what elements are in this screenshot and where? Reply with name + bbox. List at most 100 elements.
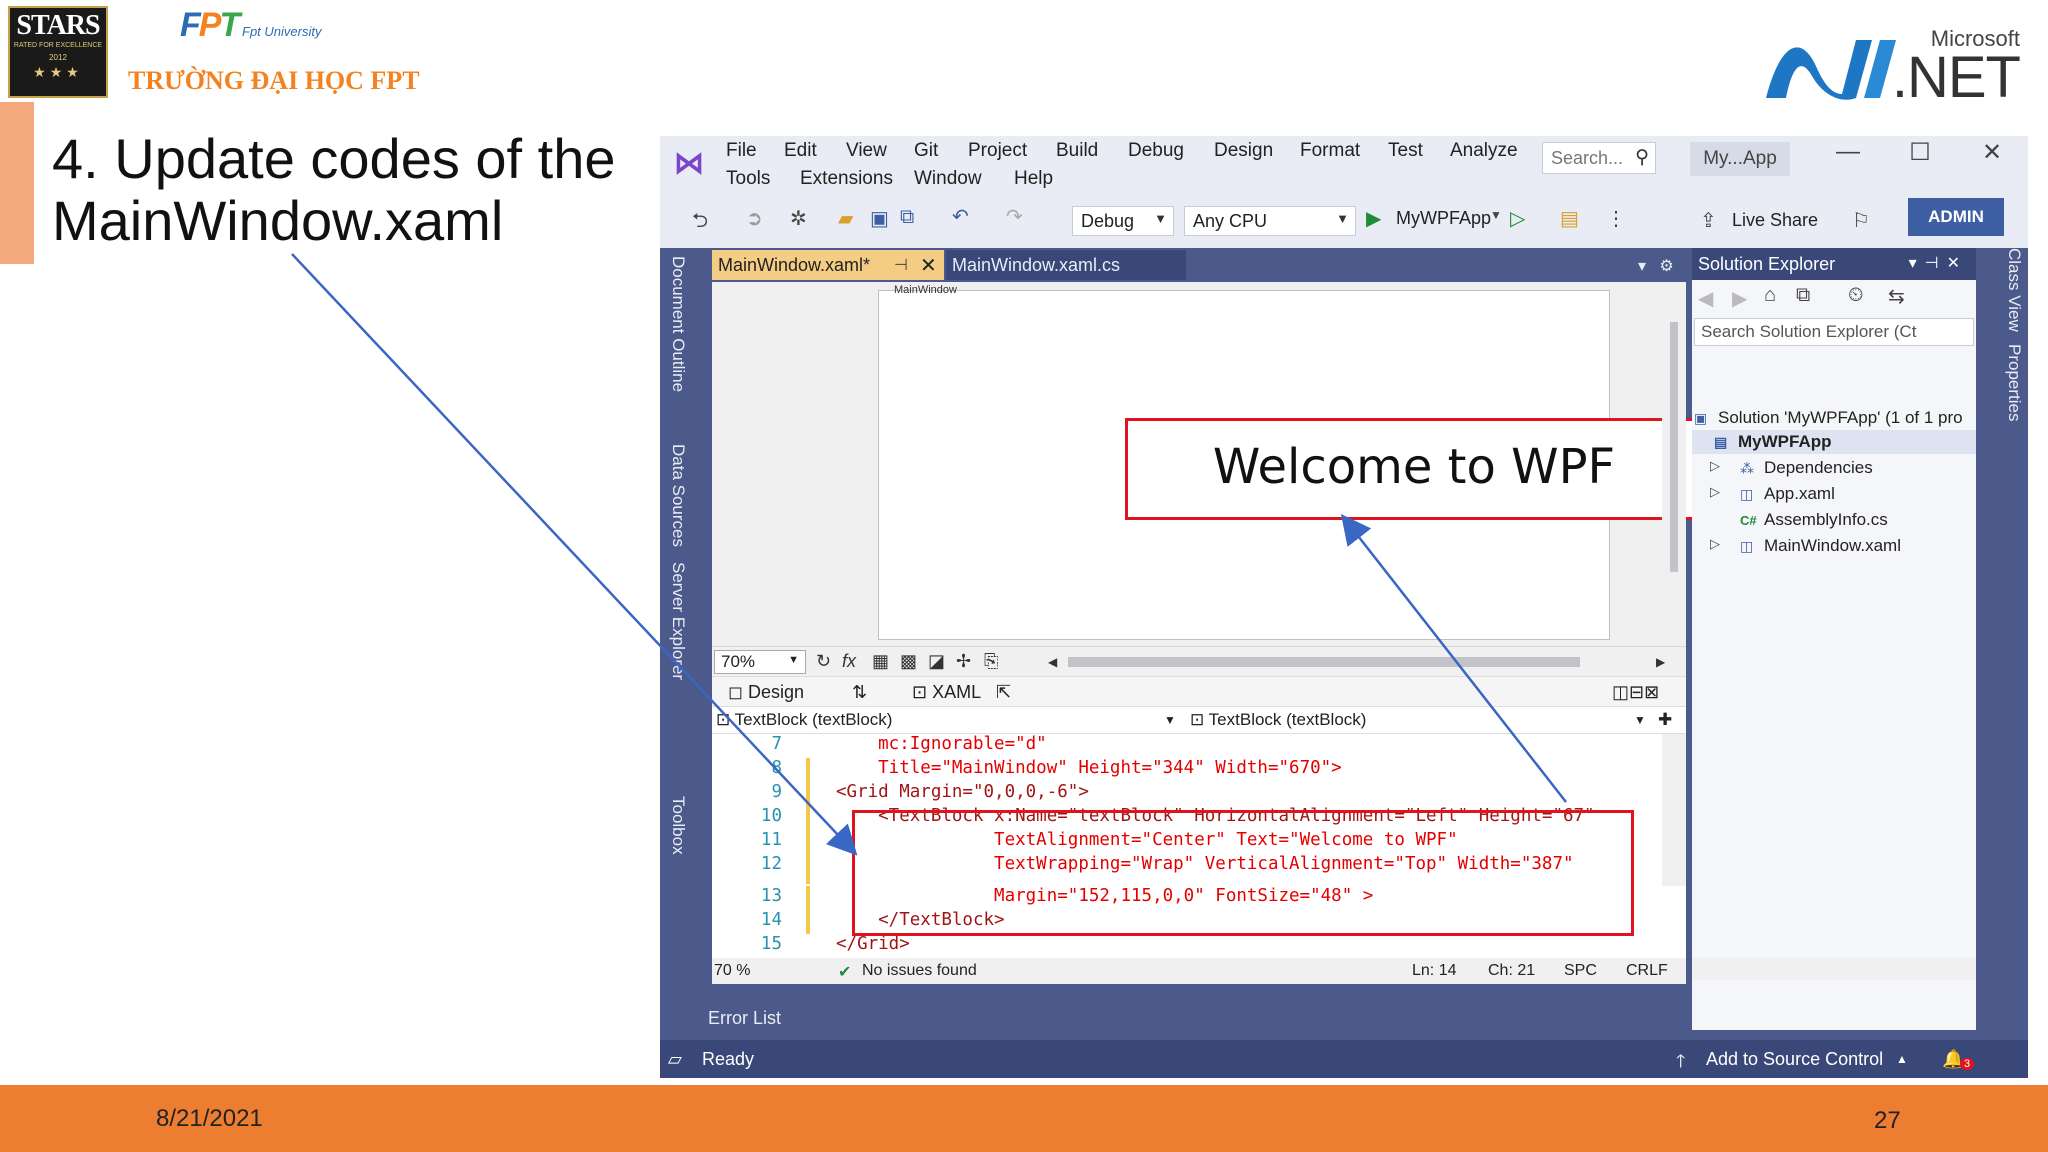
forward-icon[interactable]: ➲	[746, 206, 763, 231]
feedback-icon[interactable]: ⚐	[1852, 208, 1870, 233]
minimize-icon[interactable]: —	[1818, 138, 1878, 166]
breakpoint-toolbar-icon[interactable]: ⋮	[1606, 206, 1626, 231]
solution-explorer-horizontal-scrollbar[interactable]	[1692, 958, 1976, 980]
menu-project[interactable]: Project	[968, 140, 1027, 162]
properties-tab[interactable]: Properties	[2004, 344, 2024, 421]
tab-design[interactable]: ◻ Design	[728, 682, 804, 703]
element-dropdown-left[interactable]: ⊡ TextBlock (textBlock)	[716, 710, 1176, 732]
forward-icon[interactable]: ▶	[1732, 286, 1747, 311]
menu-edit[interactable]: Edit	[784, 140, 817, 162]
menu-design[interactable]: Design	[1214, 140, 1273, 162]
menu-view[interactable]: View	[846, 140, 887, 162]
menu-format[interactable]: Format	[1300, 140, 1360, 162]
designer-vertical-scrollbar[interactable]	[1662, 282, 1686, 647]
admin-badge[interactable]: ADMIN	[1908, 198, 2004, 236]
menu-window[interactable]: Window	[914, 168, 982, 190]
settings-gear-icon[interactable]: ⚙	[1659, 258, 1673, 275]
expand-icon[interactable]: ▷	[1710, 484, 1720, 500]
document-outline-tab[interactable]: Document Outline	[668, 256, 688, 392]
toolbox-tab[interactable]: Toolbox	[668, 796, 688, 855]
find-in-files-icon[interactable]: ▤	[1560, 206, 1579, 231]
project-code-icon[interactable]: ⎘	[984, 651, 998, 672]
expand-icon[interactable]: ▷	[1710, 458, 1720, 474]
back-icon[interactable]: ◀	[1698, 286, 1713, 311]
live-share-icon[interactable]: ⇪	[1700, 208, 1717, 233]
assemblyinfo-node[interactable]: C# AssemblyInfo.cs	[1740, 510, 1888, 530]
artboard-icon[interactable]: ◪	[928, 651, 945, 672]
menu-debug[interactable]: Debug	[1128, 140, 1184, 162]
menu-test[interactable]: Test	[1388, 140, 1423, 162]
grid-icon[interactable]: ▦	[872, 651, 889, 672]
run-target-button[interactable]: MyWPFApp	[1396, 208, 1491, 229]
element-dropdown-right[interactable]: ⊡ TextBlock (textBlock)	[1190, 710, 1650, 732]
scroll-right-icon[interactable]: ▶	[1656, 655, 1665, 669]
pin-icon[interactable]: ⊣	[894, 255, 908, 275]
refresh-icon[interactable]: ↻	[816, 651, 831, 672]
menu-analyze[interactable]: Analyze	[1450, 140, 1518, 162]
switch-views-icon[interactable]: ⧉	[1796, 284, 1810, 307]
configuration-dropdown[interactable]: Debug ▼	[1072, 206, 1174, 236]
start-debugging-icon[interactable]: ▶	[1366, 206, 1381, 231]
solution-name-badge[interactable]: My...App	[1690, 142, 1790, 176]
tab-xaml[interactable]: ⊡ XAML	[912, 682, 981, 703]
expand-icon[interactable]: ▷	[1710, 536, 1720, 552]
class-view-tab[interactable]: Class View	[2004, 248, 2024, 332]
zoom-dropdown[interactable]: 70% ▼	[714, 650, 806, 674]
close-icon[interactable]: ✕	[1962, 138, 2022, 167]
chevron-down-icon[interactable]: ▼	[1634, 713, 1646, 735]
split-layout-icons[interactable]: ◫⊟⊠	[1612, 682, 1659, 703]
data-sources-tab[interactable]: Data Sources	[668, 444, 688, 547]
pending-changes-icon[interactable]: ⏲	[1848, 284, 1864, 307]
sync-icon[interactable]: ⇆	[1888, 284, 1905, 309]
dependencies-node[interactable]: ▷ ⁂ Dependencies	[1710, 458, 1873, 478]
chevron-up-icon[interactable]: ▲	[1896, 1052, 1908, 1066]
tab-list-chevron-icon[interactable]: ▾	[1638, 258, 1646, 275]
error-list-tab[interactable]: Error List	[708, 1008, 781, 1029]
menu-build[interactable]: Build	[1056, 140, 1098, 162]
snap-grid-icon[interactable]: ▩	[900, 651, 917, 672]
snap-lines-icon[interactable]: ✢	[956, 651, 971, 672]
editor-zoom[interactable]: 70 %	[714, 962, 750, 980]
project-node[interactable]: ▤ MyWPFApp	[1714, 432, 1832, 452]
undo-icon[interactable]: ↶	[952, 204, 969, 229]
designer-horizontal-scrollbar[interactable]	[1068, 657, 1580, 667]
issues-status[interactable]: No issues found	[862, 962, 977, 980]
save-icon[interactable]: ▣	[870, 206, 889, 231]
line-ending-indicator[interactable]: CRLF	[1626, 962, 1668, 980]
search-input[interactable]: Search... ⚲	[1542, 142, 1656, 174]
start-without-debugging-icon[interactable]: ▷	[1510, 206, 1525, 231]
chevron-down-icon[interactable]: ▼	[1164, 713, 1176, 735]
tab-mainwindow-xaml[interactable]: MainWindow.xaml* ⊣ ✕	[712, 250, 944, 280]
split-editor-icon[interactable]: ✚	[1658, 710, 1672, 732]
panel-window-icons[interactable]: ▾⊣✕	[1909, 253, 1968, 273]
server-explorer-tab[interactable]: Server Explorer	[668, 562, 688, 680]
redo-icon[interactable]: ↷	[1006, 204, 1023, 229]
menu-extensions[interactable]: Extensions	[800, 168, 893, 190]
close-tab-icon[interactable]: ✕	[920, 253, 937, 278]
solution-node[interactable]: ▣ Solution 'MyWPFApp' (1 of 1 pro	[1694, 408, 1963, 428]
run-target-chevron-icon[interactable]: ▼	[1490, 208, 1502, 222]
home-icon[interactable]: ⌂	[1764, 284, 1776, 307]
menu-help[interactable]: Help	[1014, 168, 1053, 190]
app-xaml-node[interactable]: ▷ ◫ App.xaml	[1710, 484, 1835, 504]
back-icon[interactable]: ⮌	[692, 206, 708, 240]
menu-git[interactable]: Git	[914, 140, 938, 162]
menu-tools[interactable]: Tools	[726, 168, 770, 190]
live-share-button[interactable]: Live Share	[1732, 210, 1818, 231]
menu-file[interactable]: File	[726, 140, 757, 162]
solution-explorer-search[interactable]: Search Solution Explorer (Ct	[1694, 318, 1974, 346]
open-folder-icon[interactable]: ▰	[838, 206, 853, 231]
scroll-left-icon[interactable]: ◀	[1048, 655, 1057, 669]
tab-mainwindow-xaml-cs[interactable]: MainWindow.xaml.cs	[946, 250, 1186, 280]
fx-icon[interactable]: fx	[842, 651, 856, 672]
save-all-icon[interactable]: ⧉	[900, 206, 914, 229]
new-project-icon[interactable]: ✲	[790, 206, 807, 231]
scrollbar-thumb[interactable]	[1670, 322, 1678, 572]
welcome-textblock[interactable]: Welcome to WPF	[1125, 418, 1703, 520]
mainwindow-xaml-node[interactable]: ▷ ◫ MainWindow.xaml	[1710, 536, 1901, 556]
swap-panes-icon[interactable]: ⇅	[852, 682, 867, 703]
popout-icon[interactable]: ⇱	[996, 682, 1011, 703]
platform-dropdown[interactable]: Any CPU ▼	[1184, 206, 1356, 236]
add-to-source-control-button[interactable]: Add to Source Control	[1706, 1049, 1883, 1070]
maximize-icon[interactable]: ☐	[1890, 138, 1950, 167]
